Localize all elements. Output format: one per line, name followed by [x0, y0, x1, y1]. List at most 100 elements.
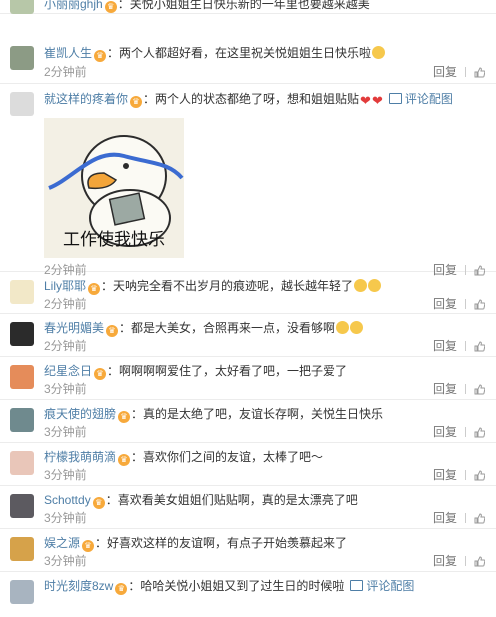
colon: ：: [128, 579, 141, 593]
comment-pic-link[interactable]: 评论配图: [388, 92, 453, 106]
comment-time: 3分钟前: [44, 511, 87, 525]
avatar-image: [10, 451, 34, 475]
reply-button[interactable]: 回复: [433, 64, 457, 80]
comment-text: 两个人都超好看，在这里祝关悦姐姐生日快乐啦: [119, 46, 372, 60]
divider: [465, 341, 466, 351]
comment-time: 3分钟前: [44, 554, 87, 568]
comment-pic-link[interactable]: 评论配图: [350, 579, 414, 593]
comment-item: 痕天使的翅膀 ♛ ：真的是太绝了吧，友谊长存啊，关悦生日快乐 3分钟前 回复: [0, 400, 496, 443]
avatar-image: [10, 0, 34, 14]
comment-line: Lily耶耶 ♛ ：天呐完全看不出岁月的痕迹呢，越长越年轻了: [44, 277, 488, 295]
avatar-image: [10, 494, 34, 518]
comment-actions: 回复: [433, 510, 488, 526]
vip-badge-icon: ♛: [115, 583, 128, 595]
username[interactable]: 时光刻度8zw: [44, 579, 113, 593]
avatar[interactable]: [10, 580, 34, 604]
reply-button[interactable]: 回复: [433, 553, 457, 569]
username[interactable]: 小丽丽ghjh: [44, 0, 103, 11]
heart-emoji-icon: ❤: [360, 93, 371, 108]
smile-emoji-icon: [372, 46, 386, 59]
reply-button[interactable]: 回复: [433, 338, 457, 354]
colon: ：: [105, 493, 118, 507]
comment-actions: 回复: [433, 64, 488, 80]
image-icon: [350, 580, 364, 591]
avatar[interactable]: [10, 322, 34, 346]
comment-time: 2分钟前: [44, 65, 87, 79]
comment-item: Lily耶耶 ♛ ：天呐完全看不出岁月的痕迹呢，越长越年轻了 2分钟前 回复: [0, 272, 496, 314]
comment-meta: 3分钟前 回复: [44, 424, 488, 440]
avatar[interactable]: [10, 365, 34, 389]
comment-item: 娱之源 ♛ ：好喜欢这样的友谊啊，有点子开始羡慕起来了 3分钟前 回复: [0, 529, 496, 572]
avatar-image: [10, 580, 34, 604]
comment-item: 春光明媚美 ♛ ：都是大美女，合照再来一点，没看够啊 2分钟前 回复: [0, 314, 496, 357]
like-button[interactable]: [474, 467, 488, 483]
comment-meta: 3分钟前 回复: [44, 467, 488, 483]
vip-badge-icon: ♛: [88, 283, 101, 295]
like-button[interactable]: [474, 338, 488, 354]
image-icon: [388, 93, 402, 104]
comment-image[interactable]: 工作使我快乐: [44, 118, 184, 258]
comment-line: 时光刻度8zw ♛ ：哈哈关悦小姐姐又到了过生日的时候啦 评论配图: [44, 577, 488, 595]
avatar[interactable]: [10, 92, 34, 116]
avatar-image: [10, 537, 34, 561]
comment-list: 小丽丽ghjh ♛ ：关悦小姐姐生日快乐新的一年里也要越来越美 崔凯人生 ♛ ：两个人都…: [0, 0, 496, 604]
avatar[interactable]: [10, 0, 34, 14]
like-button[interactable]: [474, 64, 488, 80]
thumb-up-icon: [474, 470, 485, 481]
avatar[interactable]: [10, 280, 34, 304]
comment-line: 就这样的疼着你 ♛ ：两个人的状态都绝了呀，想和姐姐贴贴❤❤ 评论配图: [44, 90, 488, 108]
divider: [465, 299, 466, 309]
like-button[interactable]: [474, 424, 488, 440]
username[interactable]: 痕天使的翅膀: [44, 407, 116, 421]
username[interactable]: Lily耶耶: [44, 279, 86, 293]
username[interactable]: 春光明媚美: [44, 321, 104, 335]
smile-emoji-icon: [368, 279, 382, 292]
comment-item: 就这样的疼着你 ♛ ：两个人的状态都绝了呀，想和姐姐贴贴❤❤ 评论配图 工作使我快乐 …: [0, 84, 496, 277]
divider: [465, 470, 466, 480]
comment-text: 喜欢你们之间的友谊，太棒了吧～: [143, 450, 324, 464]
comment-line: 柠檬我萌萌滴 ♛ ：喜欢你们之间的友谊，太棒了吧～: [44, 448, 488, 466]
username[interactable]: 纪星念日: [44, 364, 92, 378]
avatar-image: [10, 365, 34, 389]
smile-emoji-icon: [350, 321, 364, 334]
comment-actions: 回复: [433, 553, 488, 569]
avatar[interactable]: [10, 537, 34, 561]
username[interactable]: Schottdy: [44, 493, 91, 507]
username[interactable]: 柠檬我萌萌滴: [44, 450, 116, 464]
comment-time: 3分钟前: [44, 425, 87, 439]
colon: ：: [117, 0, 130, 11]
reply-button[interactable]: 回复: [433, 467, 457, 483]
username[interactable]: 就这样的疼着你: [44, 92, 128, 106]
like-button[interactable]: [474, 296, 488, 312]
reply-button[interactable]: 回复: [433, 424, 457, 440]
comment-text: 哈哈关悦小姐姐又到了过生日的时候啦: [140, 579, 345, 593]
comment-meta: 2分钟前 回复: [44, 296, 488, 312]
comment-item: 柠檬我萌萌滴 ♛ ：喜欢你们之间的友谊，太棒了吧～ 3分钟前 回复: [0, 443, 496, 486]
username[interactable]: 娱之源: [44, 536, 80, 550]
colon: ：: [131, 450, 144, 464]
vip-badge-icon: ♛: [118, 454, 131, 466]
like-button[interactable]: [474, 510, 488, 526]
colon: ：: [95, 536, 108, 550]
comment-actions: 回复: [433, 338, 488, 354]
username[interactable]: 崔凯人生: [44, 46, 92, 60]
vip-badge-icon: ♛: [130, 96, 143, 108]
heart-emoji-icon: ❤: [371, 93, 383, 108]
comment-line: 痕天使的翅膀 ♛ ：真的是太绝了吧，友谊长存啊，关悦生日快乐: [44, 405, 488, 423]
like-button[interactable]: [474, 553, 488, 569]
comment-actions: 回复: [433, 467, 488, 483]
reply-button[interactable]: 回复: [433, 296, 457, 312]
reply-button[interactable]: 回复: [433, 510, 457, 526]
divider: [465, 384, 466, 394]
avatar[interactable]: [10, 494, 34, 518]
comment-meta: 2分钟前 回复: [44, 338, 488, 354]
divider: [465, 427, 466, 437]
comment-item: 崔凯人生 ♛ ：两个人都超好看，在这里祝关悦姐姐生日快乐啦 2分钟前 回复: [0, 14, 496, 84]
reply-button[interactable]: 回复: [433, 381, 457, 397]
avatar[interactable]: [10, 46, 34, 70]
avatar[interactable]: [10, 408, 34, 432]
thumb-up-icon: [474, 67, 485, 78]
avatar[interactable]: [10, 451, 34, 475]
like-button[interactable]: [474, 381, 488, 397]
colon: ：: [131, 407, 144, 421]
